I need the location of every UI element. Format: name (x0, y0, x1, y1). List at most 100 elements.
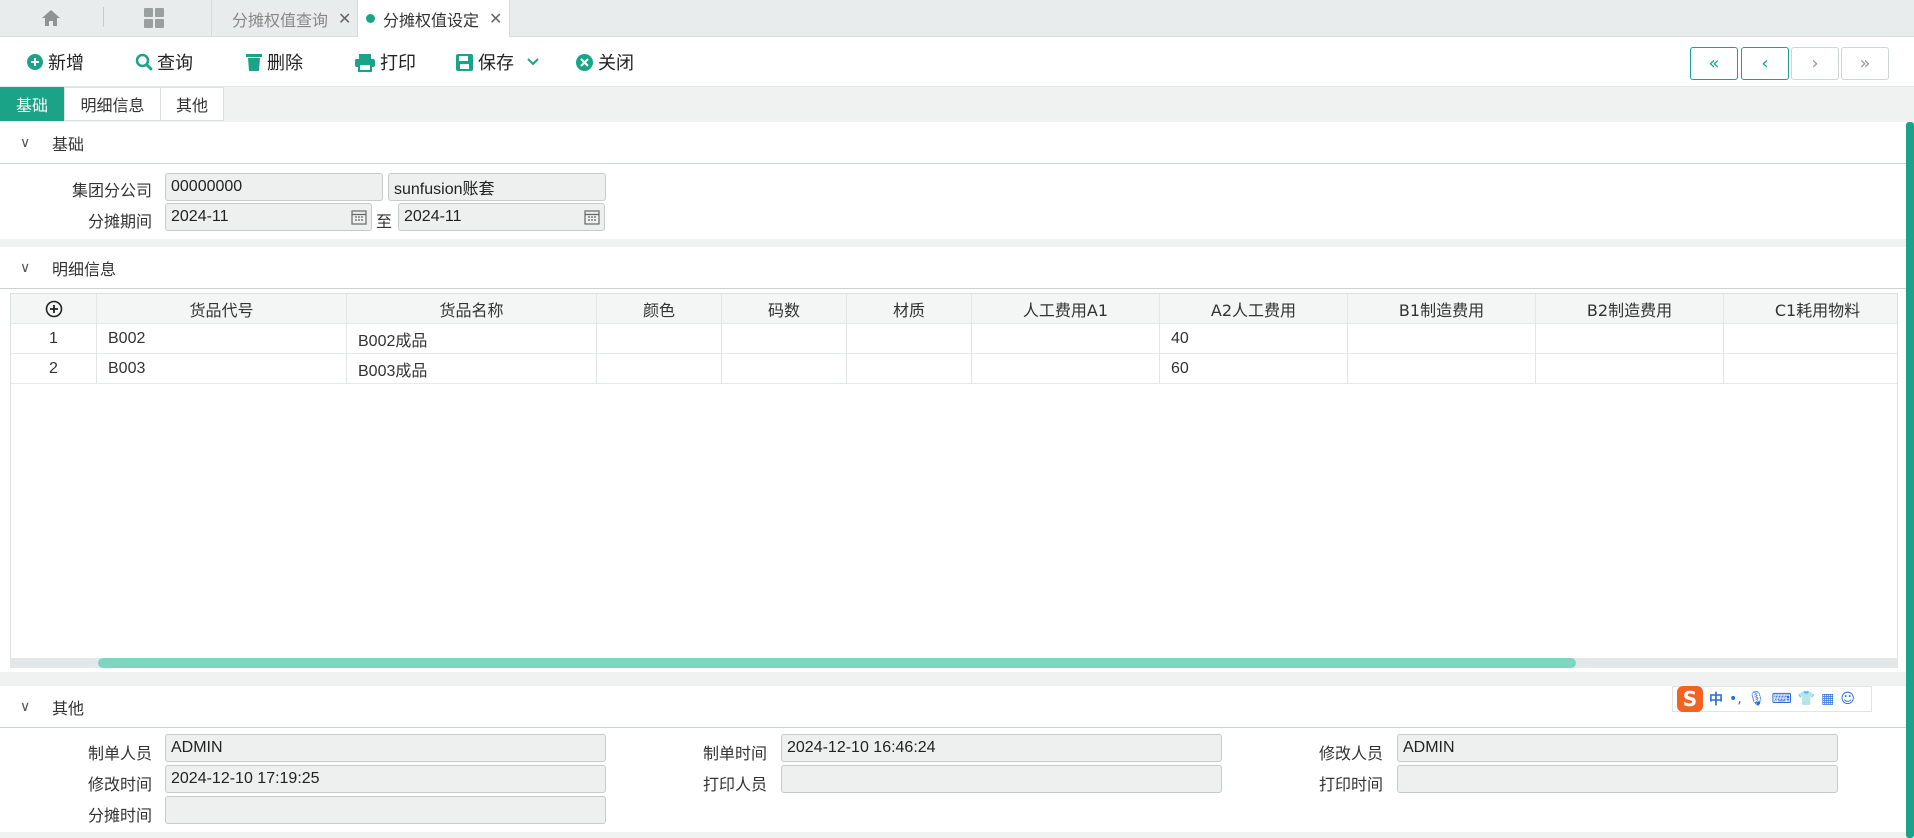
column-header[interactable]: A2人工费用 (1160, 294, 1348, 324)
chevron-down-icon[interactable]: ∨ (20, 135, 34, 151)
vertical-scrollbar[interactable] (1906, 122, 1914, 838)
tab-basic[interactable]: 基础 (0, 87, 64, 121)
add-label: 新增 (48, 53, 84, 74)
detail-panel-header[interactable]: ∨ 明细信息 (0, 247, 1914, 289)
cell-material[interactable] (847, 354, 972, 384)
modify-time-label: 修改时间 (87, 775, 152, 794)
other-panel-header[interactable]: ∨ 其他 (0, 686, 1914, 728)
cell-item-code[interactable]: B003 (97, 354, 347, 384)
cell-labor-a2[interactable]: 60 (1160, 354, 1348, 384)
first-record-button[interactable]: « (1690, 47, 1738, 80)
period-to-value: 2024-11 (404, 208, 462, 225)
creator-field[interactable]: ADMIN (165, 734, 606, 762)
cell-item-name[interactable]: B002成品 (347, 324, 597, 354)
table-row[interactable]: 1 B002 B002成品 40 (11, 324, 1897, 354)
cell-color[interactable] (597, 354, 722, 384)
printer-field[interactable] (781, 765, 1222, 793)
horizontal-scrollbar-thumb[interactable] (98, 658, 1576, 668)
cell-mfg-b2[interactable] (1536, 354, 1724, 384)
column-header[interactable]: 颜色 (597, 294, 722, 324)
close-icon[interactable]: ✕ (338, 9, 351, 28)
creator-label: 制单人员 (87, 744, 152, 763)
column-header[interactable]: B1制造费用 (1348, 294, 1536, 324)
column-header[interactable]: B2制造费用 (1536, 294, 1724, 324)
tab-label: 分摊权值设定 (383, 10, 480, 30)
period-from-value: 2024-11 (171, 208, 229, 225)
print-time-field[interactable] (1397, 765, 1838, 793)
add-button[interactable]: 新增 (26, 47, 84, 77)
apps-grid-icon[interactable] (139, 5, 169, 31)
company-label: 集团分公司 (71, 181, 152, 200)
toolbox-icon[interactable]: ▦ (1821, 691, 1834, 707)
skin-icon[interactable]: 👕 (1798, 691, 1815, 707)
punctuation-icon[interactable]: •, (1729, 691, 1742, 707)
column-header[interactable]: 货品代号 (97, 294, 347, 324)
query-button[interactable]: 查询 (135, 47, 193, 77)
column-header[interactable]: 码数 (722, 294, 847, 324)
section-tabs: 基础 明细信息 其他 (0, 87, 1914, 122)
tab-allocation-weight-setting[interactable]: 分摊权值设定 ✕ (357, 0, 510, 37)
save-button[interactable]: 保存 (455, 47, 544, 77)
alloc-time-label: 分摊时间 (87, 806, 152, 825)
tab-other[interactable]: 其他 (160, 87, 224, 121)
divider (103, 7, 104, 27)
grid-header-row: 货品代号 货品名称 颜色 码数 材质 人工费用A1 A2人工费用 B1制造费用 … (11, 294, 1897, 324)
previous-record-button[interactable]: ‹ (1741, 47, 1789, 80)
delete-button[interactable]: 删除 (245, 47, 303, 77)
microphone-icon[interactable]: 🎙 (1748, 691, 1766, 707)
create-time-field[interactable]: 2024-12-10 16:46:24 (781, 734, 1222, 762)
cell-labor-a1[interactable] (972, 324, 1160, 354)
calendar-icon[interactable] (584, 209, 600, 225)
basic-panel-header[interactable]: ∨ 基础 (0, 122, 1914, 164)
period-to-field[interactable]: 2024-11 (398, 203, 605, 231)
cell-mfg-b1[interactable] (1348, 324, 1536, 354)
add-row-button[interactable] (11, 294, 97, 324)
period-from-field[interactable]: 2024-11 (165, 203, 372, 231)
ime-toolbar[interactable]: S 中 •, 🎙 ⌨ 👕 ▦ ☺ (1672, 686, 1872, 712)
cell-size[interactable] (722, 354, 847, 384)
cell-item-name[interactable]: B003成品 (347, 354, 597, 384)
next-record-button[interactable]: › (1791, 47, 1839, 80)
calendar-icon[interactable] (351, 209, 367, 225)
chevron-down-icon[interactable]: ∨ (20, 699, 34, 715)
close-icon[interactable]: ✕ (489, 9, 502, 28)
cell-material-c1[interactable] (1724, 354, 1897, 384)
company-code-field[interactable]: 00000000 (165, 173, 383, 201)
cell-material[interactable] (847, 324, 972, 354)
print-label: 打印 (380, 53, 416, 74)
cell-color[interactable] (597, 324, 722, 354)
sogou-logo-icon[interactable]: S (1677, 686, 1703, 712)
basic-panel: ∨ 基础 集团分公司 00000000 sunfusion账套 分摊期间 202… (0, 122, 1914, 239)
face-icon[interactable]: ☺ (1840, 691, 1855, 707)
modify-time-field[interactable]: 2024-12-10 17:19:25 (165, 765, 606, 793)
company-name-field[interactable]: sunfusion账套 (388, 173, 606, 201)
last-record-button[interactable]: » (1841, 47, 1889, 80)
column-header[interactable]: C1耗用物料 (1724, 294, 1897, 324)
cell-labor-a1[interactable] (972, 354, 1160, 384)
cell-mfg-b1[interactable] (1348, 354, 1536, 384)
column-header[interactable]: 货品名称 (347, 294, 597, 324)
modifier-label: 修改人员 (1318, 744, 1383, 763)
modifier-field[interactable]: ADMIN (1397, 734, 1838, 762)
cell-labor-a2[interactable]: 40 (1160, 324, 1348, 354)
alloc-time-field[interactable] (165, 796, 606, 824)
row-number: 2 (11, 354, 97, 384)
close-label: 关闭 (598, 53, 634, 74)
ime-language[interactable]: 中 (1709, 689, 1723, 709)
toolbar: 新增 查询 删除 打印 保存 关闭 « ‹ › » (0, 37, 1914, 87)
tab-allocation-weight-query[interactable]: 分摊权值查询 ✕ (211, 0, 357, 37)
print-button[interactable]: 打印 (354, 47, 416, 77)
cell-material-c1[interactable] (1724, 324, 1897, 354)
cell-item-code[interactable]: B002 (97, 324, 347, 354)
table-row[interactable]: 2 B003 B003成品 60 (11, 354, 1897, 384)
column-header[interactable]: 材质 (847, 294, 972, 324)
cell-size[interactable] (722, 324, 847, 354)
home-icon[interactable] (30, 6, 72, 30)
tab-details[interactable]: 明细信息 (64, 87, 161, 121)
keyboard-icon[interactable]: ⌨ (1772, 691, 1792, 707)
chevron-down-icon[interactable]: ∨ (20, 260, 34, 276)
column-header[interactable]: 人工费用A1 (972, 294, 1160, 324)
close-button[interactable]: 关闭 (575, 47, 634, 77)
cell-mfg-b2[interactable] (1536, 324, 1724, 354)
row-number: 1 (11, 324, 97, 354)
